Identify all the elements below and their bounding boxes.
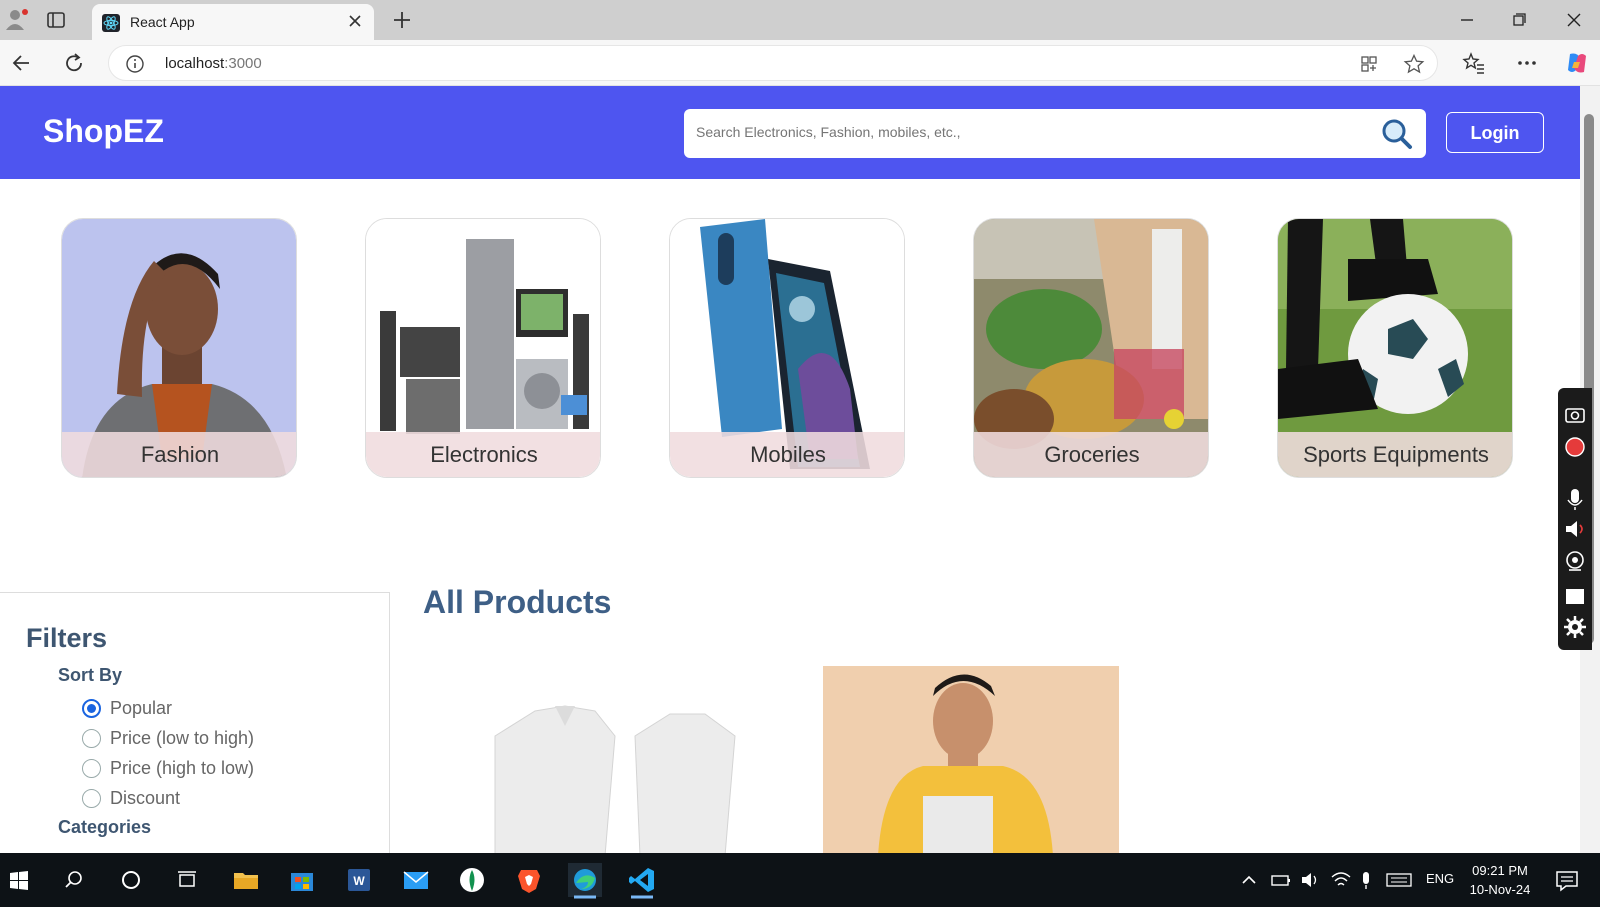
task-view-icon[interactable] xyxy=(168,861,206,899)
favorite-star-icon[interactable] xyxy=(1403,53,1425,75)
sort-by-heading: Sort By xyxy=(58,665,123,685)
clock[interactable]: 09:21 PM 10-Nov-24 xyxy=(1460,861,1540,899)
new-tab-icon[interactable] xyxy=(390,8,414,32)
show-hidden-icons-icon[interactable] xyxy=(1238,861,1260,899)
word-icon[interactable]: W xyxy=(340,861,378,899)
category-card-sports-equipments[interactable]: Sports Equipments xyxy=(1277,218,1513,478)
microphone-icon[interactable] xyxy=(1558,482,1592,516)
vscode-icon[interactable] xyxy=(623,861,661,899)
tab-title: React App xyxy=(130,14,195,30)
category-card-groceries[interactable]: Groceries xyxy=(973,218,1209,478)
white-shirts-photo xyxy=(455,666,755,853)
favorites-list-icon[interactable] xyxy=(1461,50,1487,76)
browser-tab-bar: React App xyxy=(0,0,1600,40)
browser-address-bar: localhost:3000 xyxy=(0,40,1600,86)
minimize-icon[interactable] xyxy=(1454,8,1480,32)
sort-option-label: Price (high to low) xyxy=(110,758,255,778)
screen-recorder-panel xyxy=(1558,388,1592,650)
category-label: Mobiles xyxy=(670,432,904,477)
screen-area-icon[interactable] xyxy=(1558,580,1592,614)
record-icon[interactable] xyxy=(1558,430,1592,464)
site-header: ShopEZ Login xyxy=(0,86,1580,179)
sort-option-label: Popular xyxy=(110,698,173,718)
search-icon[interactable] xyxy=(1380,117,1414,151)
radio-button[interactable] xyxy=(82,699,101,718)
radio-button[interactable] xyxy=(82,759,101,778)
svg-text:W: W xyxy=(353,874,365,888)
url-bar[interactable]: localhost:3000 xyxy=(108,45,1438,81)
settings-gear-icon[interactable] xyxy=(1558,610,1592,644)
radio-button[interactable] xyxy=(82,789,101,808)
url-text: localhost:3000 xyxy=(165,55,262,72)
restore-icon[interactable] xyxy=(1506,8,1532,32)
category-card-fashion[interactable]: Fashion xyxy=(61,218,297,478)
filters-panel: Filters Sort By Popular Price (low to hi… xyxy=(0,592,390,853)
cortana-icon[interactable] xyxy=(112,861,150,899)
windows-taskbar: W ENG 09:21 PM 10-Nov-24 xyxy=(0,853,1600,907)
categories-heading: Categories xyxy=(58,817,152,837)
profile-icon[interactable] xyxy=(4,6,30,32)
notifications-icon[interactable] xyxy=(1552,861,1582,899)
edge-browser-icon[interactable] xyxy=(566,861,604,899)
close-tab-icon[interactable] xyxy=(346,12,364,30)
speaker-icon[interactable] xyxy=(1558,512,1592,546)
sort-option-label: Price (low to high) xyxy=(110,728,255,748)
microsoft-store-icon[interactable] xyxy=(283,861,321,899)
more-options-icon[interactable] xyxy=(1514,50,1540,76)
webcam-icon[interactable] xyxy=(1558,544,1592,578)
search-input[interactable] xyxy=(696,124,1376,140)
keyboard-icon[interactable] xyxy=(1384,861,1414,899)
category-label: Groceries xyxy=(974,432,1208,477)
tab-actions-icon[interactable] xyxy=(46,10,66,30)
language-indicator[interactable]: ENG xyxy=(1426,871,1454,886)
category-label: Sports Equipments xyxy=(1278,432,1512,477)
page-viewport: ShopEZ Login Fashion xyxy=(0,86,1580,853)
close-window-icon[interactable] xyxy=(1561,8,1587,32)
site-logo[interactable]: ShopEZ xyxy=(43,113,164,150)
login-button[interactable]: Login xyxy=(1446,112,1544,153)
battery-icon[interactable] xyxy=(1268,861,1294,899)
product-card-white-shirts[interactable] xyxy=(455,666,755,853)
copilot-icon[interactable] xyxy=(1564,50,1590,76)
clock-time: 09:21 PM xyxy=(1472,863,1528,878)
products-title: All Products xyxy=(423,584,612,620)
category-label: Electronics xyxy=(366,432,600,477)
windows-start-icon[interactable] xyxy=(0,861,38,899)
category-label: Fashion xyxy=(62,432,296,477)
refresh-icon[interactable] xyxy=(61,50,87,76)
yellow-tshirt-photo xyxy=(823,666,1119,853)
brave-browser-icon[interactable] xyxy=(510,861,548,899)
mic-tray-icon[interactable] xyxy=(1355,861,1377,899)
product-card-yellow-tshirt[interactable] xyxy=(823,666,1119,853)
category-card-electronics[interactable]: Electronics xyxy=(365,218,601,478)
camera-icon[interactable] xyxy=(1558,398,1592,432)
back-arrow-icon[interactable] xyxy=(9,50,35,76)
search-bar xyxy=(684,109,1426,158)
app-available-icon[interactable] xyxy=(1359,54,1379,74)
volume-icon[interactable] xyxy=(1298,861,1324,899)
filters-title: Filters xyxy=(26,623,108,653)
sort-option-label: Discount xyxy=(110,788,181,808)
category-card-mobiles[interactable]: Mobiles xyxy=(669,218,905,478)
site-info-icon[interactable] xyxy=(125,54,145,74)
search-taskbar-icon[interactable] xyxy=(55,861,93,899)
file-explorer-icon[interactable] xyxy=(227,861,265,899)
tab-react-app[interactable]: React App xyxy=(92,4,374,40)
react-favicon-icon xyxy=(102,14,120,32)
radio-button[interactable] xyxy=(82,729,101,748)
clock-date: 10-Nov-24 xyxy=(1469,882,1531,897)
network-icon[interactable] xyxy=(1328,861,1354,899)
mongodb-compass-icon[interactable] xyxy=(453,861,491,899)
mail-icon[interactable] xyxy=(397,861,435,899)
